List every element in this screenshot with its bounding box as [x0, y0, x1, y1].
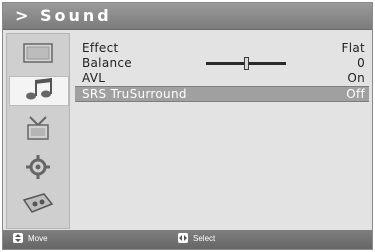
channel-antenna-icon [25, 116, 51, 146]
menu-row-balance[interactable]: Balance 0 [75, 56, 369, 71]
row-label: Balance [82, 56, 132, 70]
row-label: Effect [82, 41, 119, 55]
setup-gear-icon [25, 154, 51, 184]
menu-row-avl[interactable]: AVL On [75, 71, 369, 86]
leftright-arrows-icon [178, 233, 188, 243]
picture-icon [23, 43, 53, 67]
row-value: Off [346, 87, 365, 101]
balance-slider-thumb[interactable] [244, 57, 249, 70]
row-value: Flat [341, 41, 365, 55]
hint-move: Move [13, 233, 48, 243]
menu-title: > Sound [15, 6, 112, 25]
row-label: AVL [82, 71, 106, 85]
sound-settings-list: Effect Flat Balance 0 AVL On SRS TruSurr… [75, 41, 369, 102]
title-bar: > Sound [3, 3, 372, 30]
hint-move-label: Move [28, 233, 48, 243]
sidebar-item-channel[interactable] [13, 116, 63, 146]
sidebar-item-sound[interactable] [9, 76, 69, 106]
row-value: On [347, 71, 365, 85]
updown-arrows-icon [13, 233, 23, 243]
sidebar-item-setup[interactable] [13, 154, 63, 184]
sidebar-item-input[interactable] [13, 190, 63, 220]
osd-menu-window: > Sound Effect Flat Balance 0 AVL On SRS… [2, 2, 373, 250]
menu-row-effect[interactable]: Effect Flat [75, 41, 369, 56]
hint-select-label: Select [193, 233, 216, 243]
row-value: 0 [357, 56, 365, 70]
menu-row-srs-trusurround[interactable]: SRS TruSurround Off [75, 86, 369, 102]
sound-note-icon [24, 77, 54, 105]
input-source-icon [22, 192, 54, 218]
sidebar-item-picture[interactable] [13, 40, 63, 70]
help-bar: Move Select [3, 230, 372, 249]
row-label: SRS TruSurround [82, 87, 187, 101]
category-sidebar [6, 33, 70, 229]
hint-select: Select [178, 233, 215, 243]
